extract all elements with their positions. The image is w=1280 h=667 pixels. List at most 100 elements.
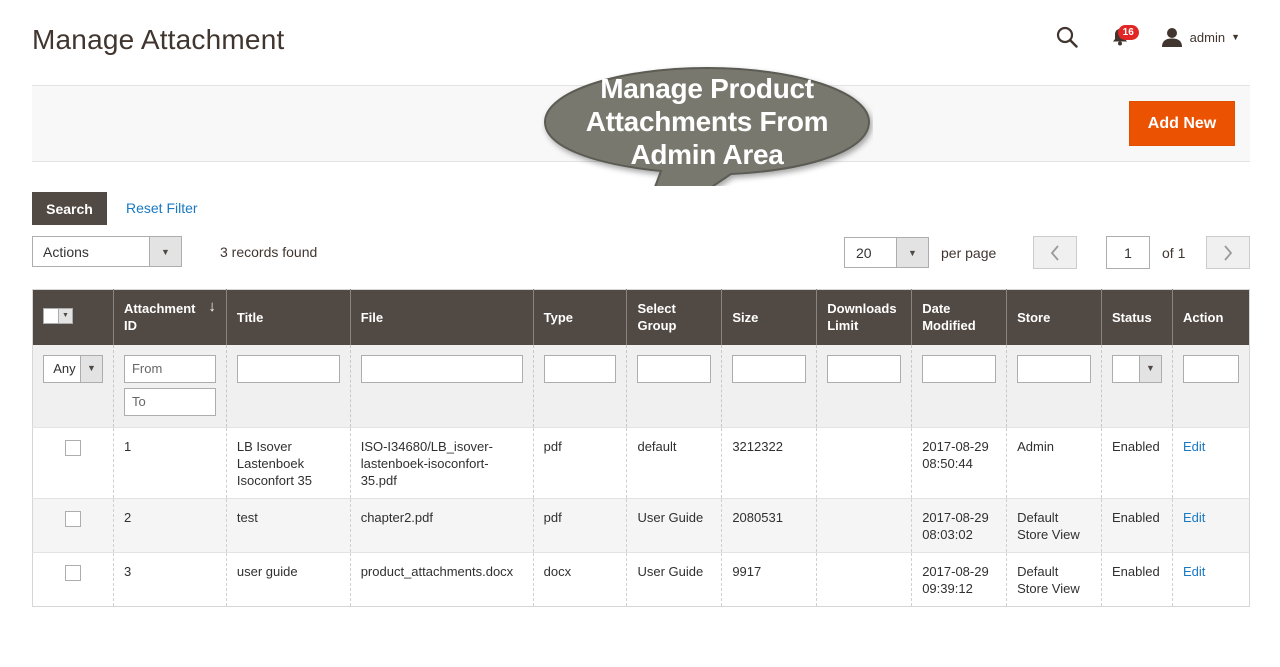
prev-page-button[interactable] [1033,236,1077,269]
column-header-select-group[interactable]: Select Group [626,289,722,345]
header-actions: 16 admin ▼ [1052,22,1240,52]
cell-size: 3212322 [721,427,817,499]
column-header-label: Attachment ID [123,301,196,334]
table-row: 2 test chapter2.pdf pdf User Guide 20805… [32,498,1250,553]
caret-down-icon: ▼ [1231,32,1240,42]
edit-link[interactable]: Edit [1183,564,1205,579]
cell-group: User Guide [626,552,722,607]
reset-filter-link[interactable]: Reset Filter [126,200,198,216]
cell-size: 2080531 [721,498,817,553]
filter-type[interactable] [543,354,617,383]
page-total-label: of 1 [1162,245,1186,261]
notifications-button[interactable]: 16 [1108,22,1139,52]
per-page-value: 20 [856,244,872,261]
column-header-file[interactable]: File [349,289,534,345]
chevron-left-icon [1050,244,1059,261]
cell-file: product_attachments.docx [349,552,534,607]
grid-header-row: ▼ ↓ Attachment ID Title File Type Select … [32,289,1250,345]
filter-downloads-limit[interactable] [827,354,902,383]
filter-action[interactable] [1182,354,1239,383]
filter-id-to[interactable] [123,387,216,416]
user-name: admin [1189,29,1226,45]
attachments-grid: ▼ ↓ Attachment ID Title File Type Select … [32,289,1250,607]
add-new-button[interactable]: Add New [1129,101,1235,146]
filter-id-from[interactable] [123,354,216,383]
records-found-count: 3 records found [220,244,318,260]
mass-actions-value: Actions [43,243,89,260]
cell-file: ISO-I34680/LB_isover-lastenboek-isoconfo… [349,427,534,499]
cell-date-modified: 2017-08-29 08:03:02 [911,498,1007,553]
table-row: 3 user guide product_attachments.docx do… [32,552,1250,607]
callout-text: Manage Product Attachments From Admin Ar… [541,72,873,171]
cell-id: 3 [112,552,227,607]
column-header-type[interactable]: Type [532,289,627,345]
cell-downloads-limit [816,427,912,499]
cell-group: default [626,427,722,499]
cell-title: LB Isover Lastenboek Isoconfort 35 [225,427,351,499]
grid-filter-row: Any ▼ ▼ [32,344,1250,428]
search-button[interactable]: Search [32,192,107,225]
per-page-label: per page [941,245,997,261]
cell-date-modified: 2017-08-29 08:50:44 [911,427,1007,499]
dropdown-arrow-icon: ▼ [896,238,928,267]
dropdown-arrow-icon: ▼ [58,308,72,323]
filter-store[interactable] [1017,354,1091,383]
callout-line-1: Manage Product [600,73,814,104]
cell-downloads-limit [816,498,912,553]
filter-file[interactable] [360,354,523,383]
callout-line-2: Attachments From [585,106,829,137]
chevron-right-icon [1224,244,1233,261]
row-checkbox[interactable] [64,440,81,456]
current-page-input[interactable] [1106,236,1150,269]
filter-date-modified[interactable] [922,354,997,383]
filter-select-any-value: Any [53,361,76,376]
per-page-select[interactable]: 20 ▼ [844,237,929,268]
cell-file: chapter2.pdf [349,498,534,553]
cell-store: Admin [1006,427,1102,499]
column-header-attachment-id[interactable]: ↓ Attachment ID [112,289,227,345]
sort-arrow-down-icon: ↓ [208,298,216,316]
cell-date-modified: 2017-08-29 09:39:12 [911,552,1007,607]
next-page-button[interactable] [1206,236,1250,269]
filter-title[interactable] [236,354,340,383]
cell-title: user guide [225,552,351,607]
cell-store: Default Store View [1006,552,1102,607]
cell-status: Enabled [1100,552,1173,607]
column-header-status[interactable]: Status [1100,289,1173,345]
cell-store: Default Store View [1006,498,1102,553]
dropdown-arrow-icon: ▼ [149,237,181,266]
mass-actions-select[interactable]: Actions ▼ [32,236,182,267]
cell-status: Enabled [1100,427,1173,499]
column-header-date-modified[interactable]: Date Modified [911,289,1007,345]
notification-count-badge: 16 [1117,25,1139,40]
cell-downloads-limit [816,552,912,607]
column-header-store[interactable]: Store [1006,289,1102,345]
filter-size[interactable] [732,354,807,383]
row-checkbox[interactable] [64,565,81,581]
cell-title: test [225,498,351,553]
global-search-button[interactable] [1052,22,1082,52]
filter-select-any[interactable]: Any ▼ [43,354,103,383]
filter-status-select[interactable]: ▼ [1111,354,1162,383]
cell-group: User Guide [626,498,722,553]
column-header-title[interactable]: Title [225,289,351,345]
column-header-size[interactable]: Size [721,289,817,345]
edit-link[interactable]: Edit [1183,439,1205,454]
column-header-downloads-limit[interactable]: Downloads Limit [816,289,912,345]
column-header-action: Action [1171,289,1250,345]
table-row: 1 LB Isover Lastenboek Isoconfort 35 ISO… [32,427,1250,499]
cell-size: 9917 [721,552,817,607]
search-icon [1056,26,1078,48]
cell-id: 2 [112,498,227,553]
row-checkbox[interactable] [64,511,81,527]
dropdown-arrow-icon: ▼ [79,355,102,382]
callout-line-3: Admin Area [630,139,784,170]
cell-type: pdf [532,498,627,553]
mass-select-checkbox[interactable]: ▼ [43,307,73,324]
mass-select-header[interactable]: ▼ [32,289,114,345]
user-icon [1161,28,1182,47]
filter-select-group[interactable] [637,354,712,383]
edit-link[interactable]: Edit [1183,510,1205,525]
admin-user-menu[interactable]: admin ▼ [1161,27,1240,47]
page-title: Manage Attachment [32,24,285,55]
